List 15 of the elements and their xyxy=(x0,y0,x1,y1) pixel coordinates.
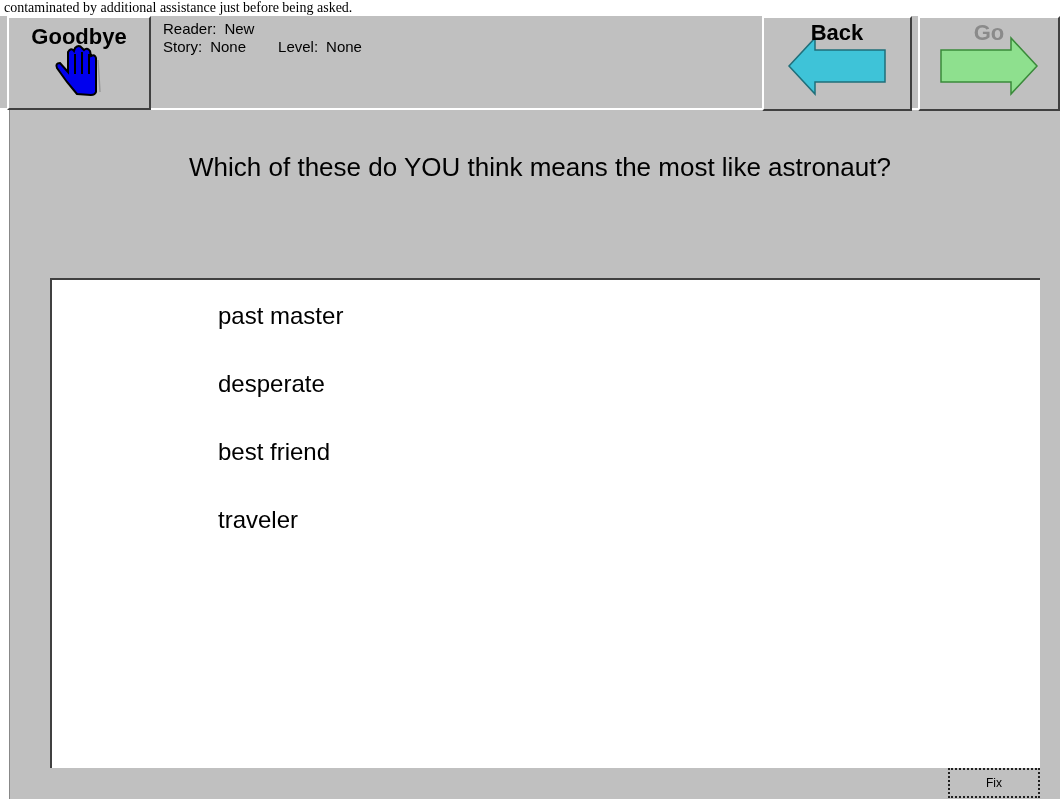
answer-option[interactable]: past master xyxy=(218,302,344,330)
caption-text: contaminated by additional assistance just before being asked. xyxy=(3,0,354,16)
story-label: Story: xyxy=(163,38,203,56)
answer-option[interactable]: desperate xyxy=(218,370,325,398)
answer-option[interactable]: best friend xyxy=(218,438,331,466)
level-label: Level: xyxy=(278,38,319,56)
question-text: Which of these do YOU think means the most like astronaut? xyxy=(188,151,892,184)
reader-label: Reader: xyxy=(163,20,217,38)
answer-option[interactable]: traveler xyxy=(218,506,299,534)
fix-button[interactable]: Fix xyxy=(948,768,1040,798)
back-button[interactable]: Back xyxy=(762,16,912,111)
level-value: None xyxy=(326,38,362,56)
story-value: None xyxy=(210,38,247,56)
reader-value: New xyxy=(224,20,255,38)
goodbye-button[interactable]: Goodbye xyxy=(7,16,151,110)
